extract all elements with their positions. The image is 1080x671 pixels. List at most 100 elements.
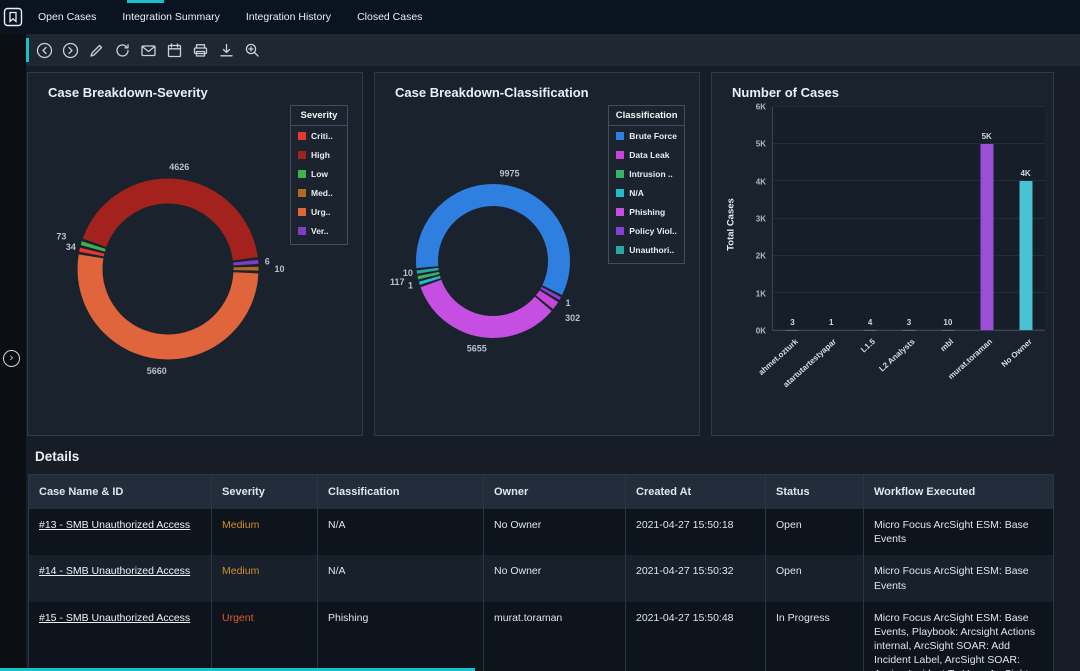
status-cell: In Progress	[765, 601, 863, 671]
legend-label: High	[311, 150, 330, 160]
legend-swatch	[298, 189, 306, 197]
owner-cell: No Owner	[483, 509, 625, 556]
severity-legend: Severity Criti.. High Low Med.. Urg.. Ver..	[290, 105, 348, 245]
legend-item-high[interactable]: High	[291, 145, 347, 164]
legend-swatch	[298, 208, 306, 216]
bar-murat-toraman[interactable]	[980, 144, 994, 330]
legend-item-intrusion[interactable]: Intrusion ..	[609, 164, 684, 183]
tab-open-cases[interactable]: Open Cases	[38, 11, 96, 23]
severity-cell: Urgent	[211, 601, 317, 671]
x-slot: L2 Analysts	[877, 331, 928, 427]
x-slot: mbl	[928, 331, 967, 427]
column-header-case-name-id: Case Name & ID	[39, 486, 124, 498]
donut-value-label: 4626	[169, 162, 189, 172]
donut-value-label: 5660	[147, 366, 167, 376]
bar-value-label: 10	[943, 317, 953, 327]
donut-value-label: 73	[56, 231, 66, 241]
legend-item-med[interactable]: Med..	[291, 183, 347, 202]
mail-icon[interactable]	[140, 42, 157, 59]
donut-value-label: 1	[408, 281, 413, 291]
legend-swatch	[298, 227, 306, 235]
legend-swatch	[298, 170, 306, 178]
y-axis-tick: 3K	[755, 214, 766, 224]
active-tab-indicator	[127, 0, 164, 3]
status-cell: Open	[765, 555, 863, 602]
legend-item-urg[interactable]: Urg..	[291, 202, 347, 221]
legend-item-low[interactable]: Low	[291, 164, 347, 183]
sidebar-expand-button[interactable]: ›	[3, 350, 20, 367]
donut-value-label: 302	[565, 313, 580, 323]
bar-no-owner[interactable]	[1019, 181, 1033, 330]
y-axis-tick: 4K	[755, 177, 766, 187]
legend-swatch	[616, 189, 625, 197]
classification-donut-chart[interactable]: 997513025655111710	[375, 101, 625, 421]
legend-item-brute-force[interactable]: Brute Force	[609, 126, 684, 145]
legend-item-phishing[interactable]: Phishing	[609, 202, 684, 221]
legend-item-ver[interactable]: Ver..	[291, 221, 347, 240]
bookmark-icon[interactable]	[0, 7, 26, 27]
edit-icon[interactable]	[88, 42, 105, 59]
x-axis: ahmet.ozturk atartutartestyapar L1.5 L2 Ana…	[756, 331, 1045, 427]
classification-cell: Phishing	[317, 601, 483, 671]
legend-item-data-leak[interactable]: Data Leak	[609, 145, 684, 164]
topnav-tabs: Open Cases Integration Summary Integration…	[38, 11, 422, 23]
left-sidebar: ›	[0, 34, 26, 671]
back-icon[interactable]	[36, 42, 53, 59]
bar-value-label: 5K	[981, 132, 992, 142]
table-row[interactable]: #15 - SMB Unauthorized Access Urgent Phish…	[29, 601, 1053, 671]
column-header-workflow-executed: Workflow Executed	[863, 475, 1053, 509]
download-icon[interactable]	[218, 42, 235, 59]
y-axis-tick: 2K	[755, 251, 766, 261]
case-link[interactable]: #15 - SMB Unauthorized Access	[39, 612, 190, 624]
table-header-row: Case Name & ID Severity Classification Owne…	[29, 475, 1053, 509]
legend-title: Classification	[609, 106, 684, 126]
column-header-status: Status	[765, 475, 863, 509]
legend-item-criti[interactable]: Criti..	[291, 126, 347, 145]
legend-swatch	[616, 246, 625, 254]
created-at-cell: 2021-04-27 15:50:32	[625, 555, 765, 602]
donut-value-label: 6	[265, 256, 270, 266]
forward-icon[interactable]	[62, 42, 79, 59]
donut-value-label: 9975	[499, 169, 519, 179]
severity-donut-chart[interactable]: 4626 6 10 5660 3473	[28, 101, 318, 431]
tab-integration-history[interactable]: Integration History	[246, 11, 331, 23]
case-link[interactable]: #14 - SMB Unauthorized Access	[39, 565, 190, 577]
refresh-icon[interactable]	[114, 42, 131, 59]
legend-label: Brute Force	[629, 131, 677, 141]
zoom-in-icon[interactable]	[244, 42, 261, 59]
legend-label: Phishing	[629, 207, 666, 217]
table-body: #13 - SMB Unauthorized Access Medium N/A No…	[29, 509, 1053, 671]
legend-label: Data Leak	[629, 150, 670, 160]
x-slot: atartutartestyapar	[782, 331, 850, 427]
bar-slot: 1	[812, 107, 851, 330]
charts-row: Case Breakdown-Severity 4626 6 10 5660 34 73 …	[27, 72, 1080, 436]
legend-swatch	[616, 170, 625, 178]
column-header-owner: Owner	[483, 475, 625, 509]
bar-slot: 5K	[967, 107, 1006, 330]
legend-item-unauthori[interactable]: Unauthori..	[609, 240, 684, 259]
tab-integration-summary[interactable]: Integration Summary	[122, 11, 219, 23]
donut-value-label: 117	[390, 277, 405, 287]
bar-slot: 3	[890, 107, 929, 330]
x-slot: L1.5	[850, 331, 889, 427]
table-row[interactable]: #13 - SMB Unauthorized Access Medium N/A No…	[29, 509, 1053, 556]
case-link[interactable]: #13 - SMB Unauthorized Access	[39, 519, 190, 531]
legend-item-n-a[interactable]: N/A	[609, 183, 684, 202]
x-slot: No Owner	[999, 331, 1045, 427]
print-icon[interactable]	[192, 42, 209, 59]
main-content: Case Breakdown-Severity 4626 6 10 5660 34 73 …	[26, 34, 1080, 671]
bar-slot: 10	[928, 107, 967, 330]
legend-label: Ver..	[311, 226, 329, 236]
legend-swatch	[298, 132, 306, 140]
panel-title-classification: Case Breakdown-Classification	[395, 85, 589, 100]
panel-severity: Case Breakdown-Severity 4626 6 10 5660 34 73 …	[27, 72, 363, 436]
details-table: Case Name & ID Severity Classification Owne…	[28, 474, 1054, 671]
legend-label: Criti..	[311, 131, 333, 141]
status-cell: Open	[765, 509, 863, 556]
tab-closed-cases[interactable]: Closed Cases	[357, 11, 422, 23]
legend-item-policy-viol[interactable]: Policy Viol..	[609, 221, 684, 240]
panel-title-cases: Number of Cases	[732, 85, 839, 100]
calendar-icon[interactable]	[166, 42, 183, 59]
table-row[interactable]: #14 - SMB Unauthorized Access Medium N/A No…	[29, 555, 1053, 602]
cases-bar-chart[interactable]: Total Cases 0K 1K 2K 3K 4K 5K 6K 3 1 4 3 10 5K 4K ah…	[722, 103, 1045, 429]
